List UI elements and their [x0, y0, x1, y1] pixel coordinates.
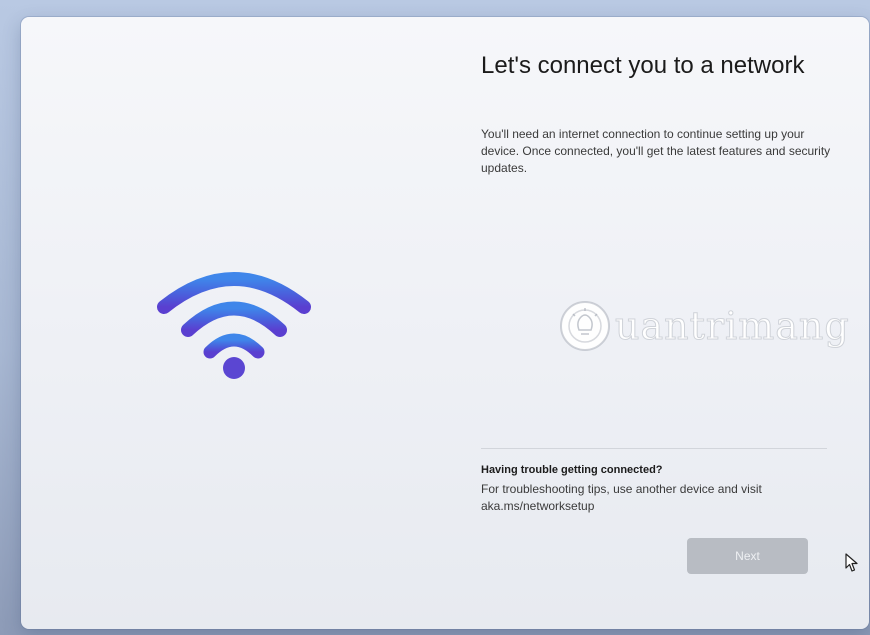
help-text: For troubleshooting tips, use another de…	[481, 482, 762, 513]
watermark-text: uantrimang	[615, 304, 850, 349]
page-description: You'll need an internet connection to co…	[481, 127, 831, 175]
lightbulb-logo-icon	[560, 301, 610, 351]
watermark: uantrimang	[557, 295, 850, 357]
help-title: Having trouble getting connected?	[481, 464, 663, 476]
mouse-pointer-icon	[845, 553, 858, 572]
page-title: Let's connect you to a network	[481, 52, 805, 79]
divider	[481, 448, 827, 449]
next-button[interactable]: Next	[687, 538, 808, 574]
wifi-icon	[157, 272, 311, 379]
illustration-pane	[21, 17, 446, 629]
